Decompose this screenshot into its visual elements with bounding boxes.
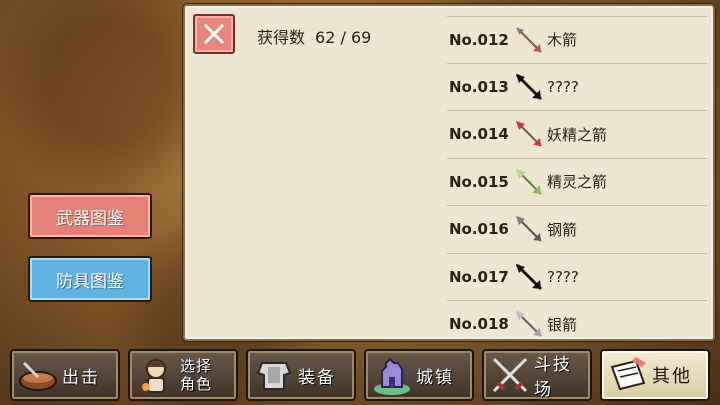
item-number: No.012 xyxy=(449,30,509,49)
list-item[interactable]: No.017 ???? xyxy=(447,254,707,301)
obtained-count: 获得数 62 / 69 xyxy=(257,24,371,48)
crossed-swords-icon xyxy=(492,357,528,393)
list-item[interactable]: No.015 精灵之箭 xyxy=(447,159,707,206)
item-name: ???? xyxy=(547,267,579,286)
list-item[interactable]: No.014 妖精之箭 xyxy=(447,111,707,159)
castle-icon xyxy=(374,357,410,395)
arrow-icon xyxy=(516,27,542,53)
arrow-silhouette-icon xyxy=(515,263,543,290)
close-button[interactable] xyxy=(193,14,235,54)
bottom-nav: 出击 选择 角色 装备 城镇 斗技场 其他 xyxy=(0,345,720,405)
wok-icon xyxy=(19,361,57,391)
item-number: No.015 xyxy=(449,172,509,191)
nav-arena-label: 斗技场 xyxy=(534,355,572,400)
armor-catalog-label: 防具图鉴 xyxy=(56,271,124,292)
character-icon xyxy=(142,359,166,393)
nav-equipment-button[interactable]: 装备 xyxy=(246,349,356,401)
arrow-icon xyxy=(516,311,542,337)
list-item[interactable]: No.013 ???? xyxy=(447,64,707,111)
armor-catalog-button[interactable]: 防具图鉴 xyxy=(28,256,152,302)
list-item[interactable]: No.012 木箭 xyxy=(447,16,707,64)
weapon-catalog-button[interactable]: 武器图鉴 xyxy=(28,193,152,239)
item-number: No.016 xyxy=(449,220,509,239)
nav-character-label-line2: 角色 xyxy=(180,375,213,393)
item-name: 精灵之箭 xyxy=(547,173,608,192)
collection-panel: 获得数 62 / 69 No.012 木箭 No.013 ???? No.014 … xyxy=(183,4,715,341)
item-name: 钢箭 xyxy=(547,220,578,239)
item-number: No.017 xyxy=(449,267,509,286)
item-name: ???? xyxy=(547,77,579,96)
item-name: 妖精之箭 xyxy=(547,125,608,144)
item-name: 银箭 xyxy=(547,315,578,334)
arrow-icon xyxy=(516,168,542,195)
nav-character-label: 选择 角色 xyxy=(180,357,212,393)
item-number: No.013 xyxy=(449,77,509,96)
obtained-count-label: 获得数 xyxy=(257,28,306,47)
nav-arena-button[interactable]: 斗技场 xyxy=(482,349,592,401)
nav-town-label: 城镇 xyxy=(416,367,454,388)
scroll-icon xyxy=(610,357,646,391)
list-item[interactable]: No.018 银箭 xyxy=(447,301,707,339)
weapon-catalog-label: 武器图鉴 xyxy=(56,208,124,229)
arrow-icon xyxy=(516,216,542,242)
arrow-silhouette-icon xyxy=(515,73,543,100)
obtained-count-value: 62 / 69 xyxy=(315,28,372,47)
nav-sortie-label: 出击 xyxy=(62,367,100,388)
nav-character-label-line1: 选择 xyxy=(180,357,213,375)
nav-other-label: 其他 xyxy=(652,366,692,387)
arrow-icon xyxy=(516,121,542,147)
nav-character-button[interactable]: 选择 角色 xyxy=(128,349,238,401)
nav-equipment-label: 装备 xyxy=(298,367,336,388)
close-icon xyxy=(203,23,225,45)
nav-other-button[interactable]: 其他 xyxy=(600,349,710,401)
item-list[interactable]: No.012 木箭 No.013 ???? No.014 妖精之箭 No.015… xyxy=(447,16,707,339)
item-number: No.014 xyxy=(449,125,509,144)
nav-sortie-button[interactable]: 出击 xyxy=(10,349,120,401)
list-item[interactable]: No.016 钢箭 xyxy=(447,206,707,254)
armor-icon xyxy=(256,362,292,390)
nav-town-button[interactable]: 城镇 xyxy=(364,349,474,401)
item-number: No.018 xyxy=(449,315,509,334)
game-screen: 获得数 62 / 69 No.012 木箭 No.013 ???? No.014 … xyxy=(0,0,720,405)
item-name: 木箭 xyxy=(547,31,578,50)
